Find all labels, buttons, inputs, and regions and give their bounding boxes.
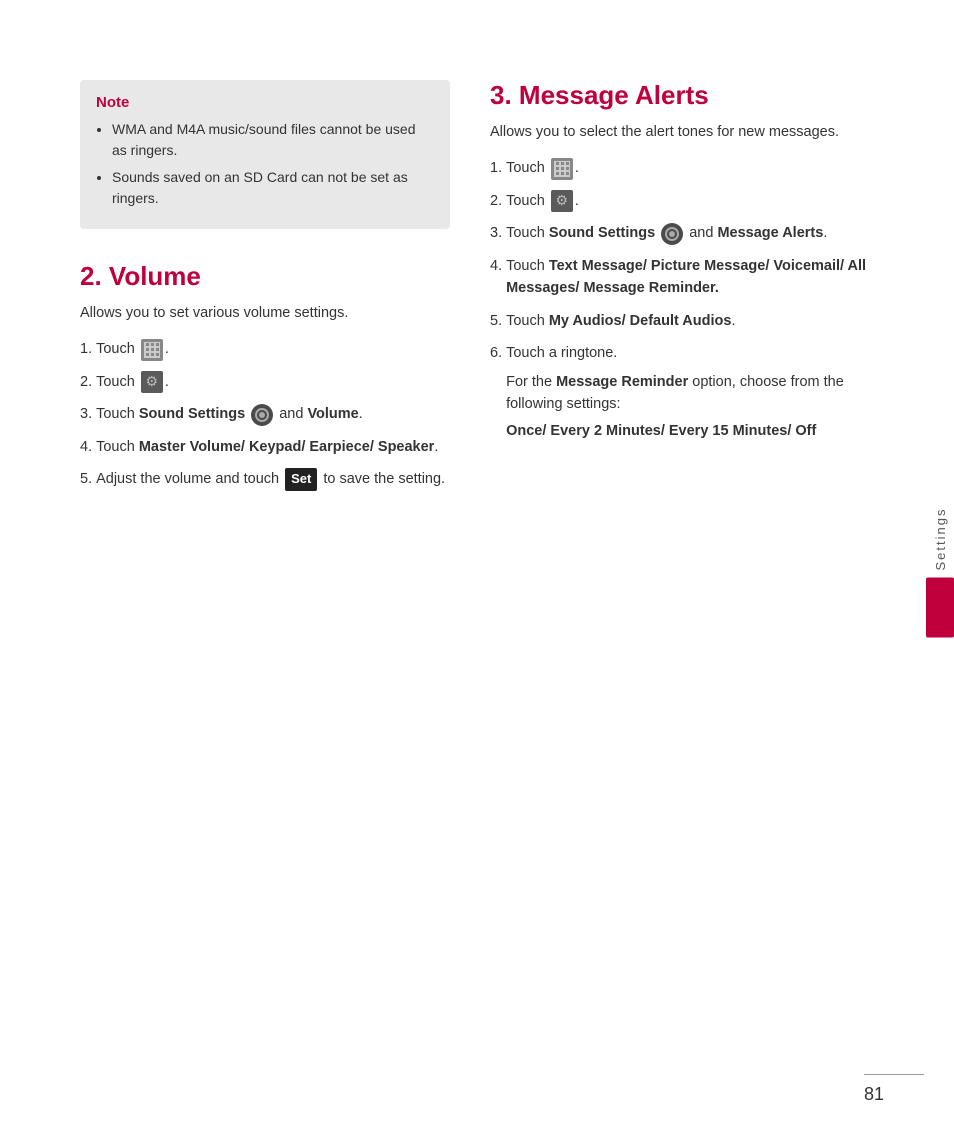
page-number: 81 [864, 1084, 884, 1105]
volume-step-4: 4. Touch Master Volume/ Keypad/ Earpiece… [80, 436, 450, 458]
note-item-2: Sounds saved on an SD Card can not be se… [112, 167, 434, 209]
menu-icon-1 [141, 339, 163, 361]
volume-step-1: 1. Touch . [80, 338, 450, 360]
volume-desc: Allows you to set various volume setting… [80, 302, 450, 324]
message-steps: 1. Touch . 2. Touch . 3. Touch Sound Set… [490, 157, 890, 442]
menu-icon-2 [551, 158, 573, 180]
volume-heading: 2. Volume [80, 261, 450, 292]
message-step-4: 4. Touch Text Message/ Picture Message/ … [490, 255, 890, 300]
message-step-2: 2. Touch . [490, 190, 890, 212]
sound-icon-1 [251, 404, 273, 426]
settings-icon-2 [551, 190, 573, 212]
left-column: Note WMA and M4A music/sound files canno… [80, 80, 450, 501]
volume-step-5: 5. Adjust the volume and touch Set to sa… [80, 468, 450, 490]
message-step-3: 3. Touch Sound Settings and Message Aler… [490, 222, 890, 244]
note-title: Note [96, 94, 434, 111]
message-desc: Allows you to select the alert tones for… [490, 121, 890, 143]
sidebar-bar [926, 578, 954, 638]
message-step-1: 1. Touch . [490, 157, 890, 179]
sub-options: Once/ Every 2 Minutes/ Every 15 Minutes/… [506, 420, 890, 442]
sub-note: For the Message Reminder option, choose … [506, 371, 890, 416]
note-item-1: WMA and M4A music/sound files cannot be … [112, 119, 434, 161]
note-box: Note WMA and M4A music/sound files canno… [80, 80, 450, 229]
settings-icon-1 [141, 371, 163, 393]
separator-line [864, 1074, 924, 1075]
note-list: WMA and M4A music/sound files cannot be … [96, 119, 434, 209]
set-button-label: Set [285, 468, 317, 490]
message-step-5: 5. Touch My Audios/ Default Audios. [490, 310, 890, 332]
volume-section: 2. Volume Allows you to set various volu… [80, 261, 450, 491]
message-heading: 3. Message Alerts [490, 80, 890, 111]
sound-icon-2 [661, 223, 683, 245]
message-step-6: 6. Touch a ringtone. For the Message Rem… [490, 342, 890, 442]
volume-step-3: 3. Touch Sound Settings and Volume. [80, 403, 450, 425]
sidebar-label: Settings [933, 507, 948, 570]
message-alerts-section: 3. Message Alerts Allows you to select t… [490, 80, 890, 442]
volume-step-2: 2. Touch . [80, 371, 450, 393]
right-column: 3. Message Alerts Allows you to select t… [490, 80, 890, 501]
sidebar-tab: Settings [926, 507, 954, 638]
volume-steps: 1. Touch . 2. Touch . 3. Touch Sound Set… [80, 338, 450, 490]
